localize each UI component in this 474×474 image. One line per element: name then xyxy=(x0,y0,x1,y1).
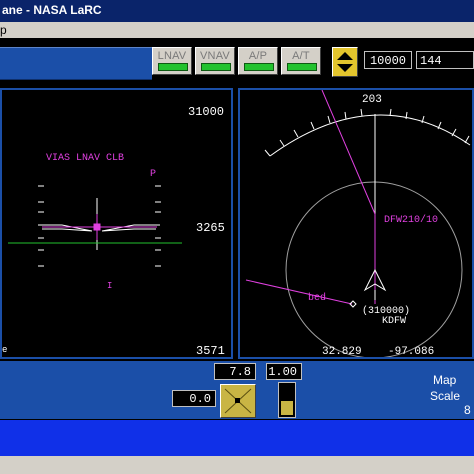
waypoint-label: DFW210/10 xyxy=(384,214,438,226)
stick-cross-icon xyxy=(224,388,252,414)
nd-graphics: 203 DFW210/10 bed (310000) KDFW 32.829 -… xyxy=(245,90,471,357)
range-ring xyxy=(285,181,463,357)
compass-arc xyxy=(269,114,471,157)
scale-value: 8 xyxy=(464,403,471,417)
title-bar: ane - NASA LaRC xyxy=(0,0,474,22)
bottom-left-mark: e xyxy=(2,345,7,355)
vnav-button[interactable]: VNAV xyxy=(195,47,235,75)
menu-bar: p xyxy=(0,22,474,39)
value-left-field[interactable]: 0.0 xyxy=(172,390,216,407)
ownship-icon xyxy=(349,268,387,308)
value-right-field[interactable]: 1.00 xyxy=(266,363,302,380)
autothrottle-button[interactable]: A/T xyxy=(281,47,321,75)
autothrottle-label: A/T xyxy=(292,50,310,62)
lnav-button[interactable]: LNAV xyxy=(152,47,192,75)
updown-arrows-icon xyxy=(337,52,353,72)
altitude-updown-button[interactable] xyxy=(332,47,358,77)
status-bar xyxy=(0,456,474,474)
scale-label: Scale xyxy=(430,389,461,403)
navigation-display: 203 DFW210/10 bed (310000) KDFW 32.829 -… xyxy=(238,88,474,359)
value-top-field[interactable]: 7.8 xyxy=(214,363,256,380)
flight-plan-route xyxy=(245,90,376,305)
map-label: Map xyxy=(433,373,457,387)
menu-item[interactable]: p xyxy=(0,23,7,37)
throttle-gauge[interactable] xyxy=(278,382,296,418)
longitude-readout: -97.086 xyxy=(388,346,434,357)
speed-marker: I xyxy=(107,281,112,291)
latitude-readout: 32.829 xyxy=(322,346,362,357)
vnav-indicator xyxy=(201,63,231,71)
throttle-fill xyxy=(281,401,293,415)
flight-director xyxy=(42,214,157,240)
window-title: ane - NASA LaRC xyxy=(2,3,102,17)
compass-ticks xyxy=(264,108,470,304)
altitude-top-readout: 31000 xyxy=(188,105,224,119)
autothrottle-indicator xyxy=(287,63,317,71)
altitude-current-readout: 3265 xyxy=(196,221,225,235)
lnav-indicator xyxy=(158,63,188,71)
altitude-bottom-readout: 3571 xyxy=(196,344,225,357)
bottom-bar xyxy=(0,420,474,456)
pfd-graphics: VIAS LNAV CLB P 31000 3265 3571 e I xyxy=(2,105,225,357)
mode-band xyxy=(0,47,152,80)
autopilot-indicator xyxy=(244,63,274,71)
airport-label: KDFW xyxy=(382,316,406,327)
mode-suffix: P xyxy=(150,169,156,180)
autopilot-button[interactable]: A/P xyxy=(238,47,278,75)
autopilot-label: A/P xyxy=(248,50,268,62)
heading-readout: 203 xyxy=(362,94,382,106)
lnav-label: LNAV xyxy=(157,50,187,62)
mode-annunciation: VIAS LNAV CLB xyxy=(46,153,124,164)
vnav-label: VNAV xyxy=(200,50,230,62)
speed-select-field[interactable]: 144 xyxy=(416,51,474,69)
primary-flight-display: VIAS LNAV CLB P 31000 3265 3571 e I xyxy=(0,88,233,359)
altitude-select-field[interactable]: 10000 xyxy=(364,51,412,69)
stick-control[interactable] xyxy=(220,384,256,418)
bed-label: bed xyxy=(308,292,326,304)
